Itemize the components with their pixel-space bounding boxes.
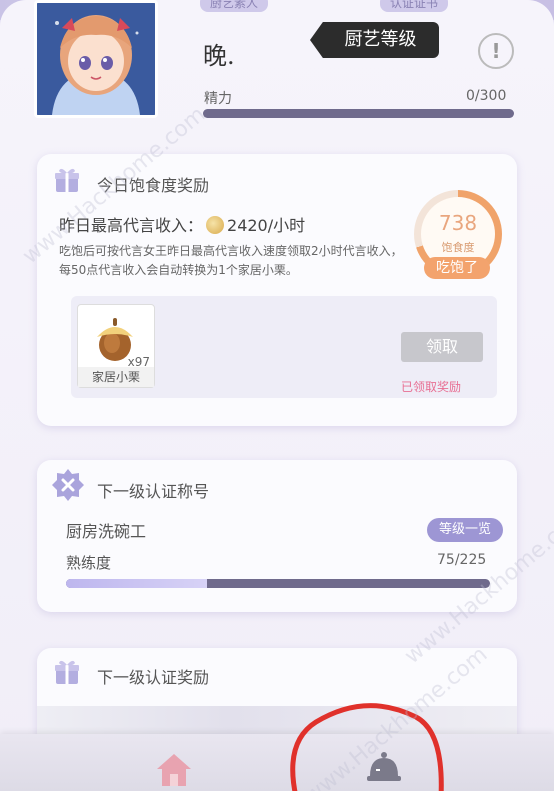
avatar[interactable] bbox=[34, 0, 158, 118]
next-title-card: 下一级认证称号 厨房洗碗工 等级一览 熟练度 75/225 bbox=[37, 460, 517, 612]
energy-value: 0/300 bbox=[466, 88, 507, 104]
eat-full-button[interactable]: 吃饱了 bbox=[424, 257, 490, 279]
info-button[interactable]: ! bbox=[478, 33, 514, 69]
top-tab-right[interactable]: 认证证书 bbox=[380, 0, 449, 12]
satiety-label: 饱食度 bbox=[441, 241, 475, 254]
yesterday-income-value: 2420/小时 bbox=[227, 216, 306, 235]
x-badge-icon bbox=[52, 469, 84, 501]
reward-item-name: 家居小栗 bbox=[78, 367, 154, 387]
next-title-heading: 下一级认证称号 bbox=[97, 482, 210, 501]
next-title-name: 厨房洗碗工 bbox=[66, 522, 147, 541]
claim-button[interactable]: 领取 bbox=[401, 332, 483, 362]
next-reward-title: 下一级认证奖励 bbox=[97, 668, 210, 687]
skill-progress-bar bbox=[66, 579, 490, 588]
skill-value: 75/225 bbox=[437, 552, 487, 568]
top-tab-left[interactable]: 厨艺素人 bbox=[200, 0, 269, 12]
satiety-description: 吃饱后可按代言女王昨日最高代言收入速度领取2小时代言收入，每50点代言收入会自动… bbox=[59, 244, 403, 277]
avatar-portrait bbox=[37, 3, 155, 115]
gift-icon bbox=[55, 660, 79, 684]
skill-label: 熟练度 bbox=[66, 554, 112, 572]
skill-progress-fill bbox=[66, 579, 208, 588]
level-list-button[interactable]: 等级一览 bbox=[427, 518, 503, 542]
player-name: 晚. bbox=[203, 42, 235, 70]
satiety-value: 738 bbox=[438, 211, 478, 235]
reward-item-tile[interactable]: x97 家居小栗 bbox=[77, 304, 155, 388]
energy-bar bbox=[203, 109, 514, 118]
claimed-status: 已领取奖励 bbox=[401, 380, 462, 394]
level-badge[interactable]: 厨艺等级 bbox=[310, 22, 439, 58]
home-icon[interactable] bbox=[155, 752, 193, 788]
reward-area: x97 家居小栗 领取 已领取奖励 bbox=[71, 296, 497, 398]
gift-icon bbox=[55, 168, 79, 192]
coin-icon bbox=[206, 216, 225, 234]
energy-label: 精力 bbox=[204, 91, 232, 107]
